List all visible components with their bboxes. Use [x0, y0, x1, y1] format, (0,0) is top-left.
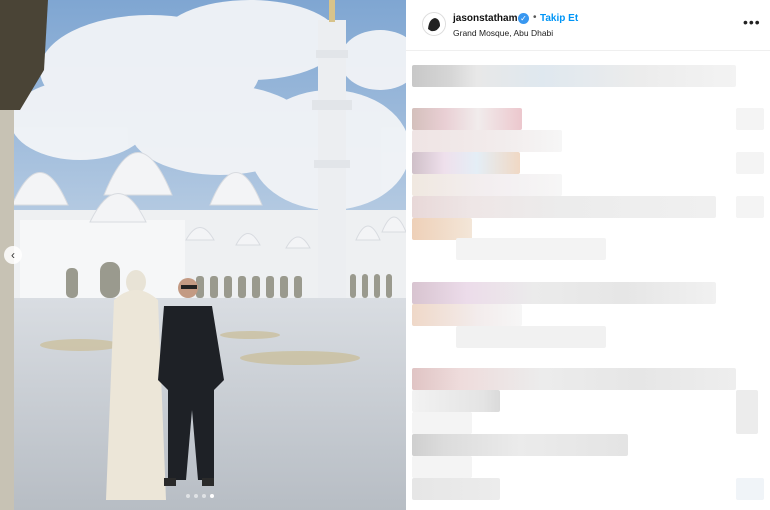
carousel-dot: [186, 494, 190, 498]
post-sidebar: jasonstatham ✓ • Takip Et Grand Mosque, …: [406, 0, 770, 510]
verified-badge-icon: ✓: [518, 13, 529, 24]
blurred-line: [412, 304, 522, 326]
blurred-line: [412, 368, 736, 390]
blurred-line: [412, 390, 500, 412]
follow-button[interactable]: Takip Et: [540, 13, 578, 24]
blurred-block: [736, 390, 758, 434]
blurred-line: [456, 238, 606, 260]
blurred-line: [412, 478, 500, 500]
blurred-block: [736, 152, 764, 174]
carousel-dot-active: [210, 494, 214, 498]
carousel-dot: [202, 494, 206, 498]
separator-dot: •: [533, 12, 537, 23]
carousel-prev-button[interactable]: ‹: [4, 246, 22, 264]
blurred-line: [456, 326, 606, 348]
blurred-line: [412, 130, 562, 152]
username-link[interactable]: jasonstatham: [453, 13, 517, 24]
blurred-line: [412, 434, 628, 456]
blurred-line: [412, 412, 472, 434]
location-link[interactable]: Grand Mosque, Abu Dhabi: [453, 28, 553, 38]
blurred-line: [412, 174, 562, 196]
avatar-image: [423, 13, 445, 35]
carousel-indicator: [186, 494, 214, 498]
blurred-line: [412, 282, 716, 304]
blurred-line: [412, 108, 522, 130]
avatar[interactable]: [422, 12, 446, 36]
header-divider: [406, 50, 770, 51]
woman-figure: [106, 270, 166, 500]
carousel-dot: [194, 494, 198, 498]
blurred-line: [412, 196, 716, 218]
mosque-photo: [0, 0, 406, 510]
post-photo[interactable]: ‹: [0, 0, 406, 510]
more-options-icon[interactable]: •••: [743, 14, 761, 30]
blurred-block: [736, 108, 764, 130]
chevron-left-icon: ‹: [11, 248, 15, 262]
blurred-line: [412, 456, 472, 478]
blurred-block: [736, 478, 764, 500]
blurred-block: [736, 196, 764, 218]
blurred-line: [412, 218, 472, 240]
blurred-line: [412, 152, 520, 174]
blurred-line: [412, 65, 736, 87]
post-header: jasonstatham ✓ • Takip Et Grand Mosque, …: [406, 0, 770, 50]
